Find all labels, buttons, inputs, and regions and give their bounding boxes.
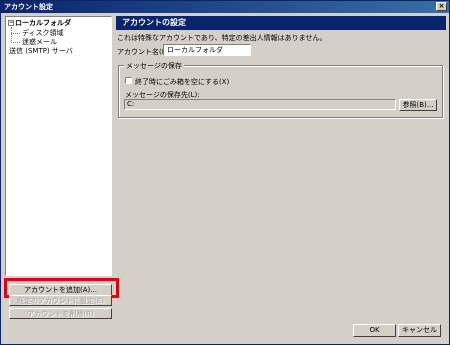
account-name-field[interactable]: ローカルフォルダ [163, 44, 251, 56]
close-icon[interactable]: × [436, 2, 447, 11]
tree-connector [11, 42, 20, 43]
tree-item-junk-mail[interactable]: 迷惑メール [22, 38, 57, 47]
panel-header: アカウントの設定 [116, 16, 446, 30]
group-title: メッセージの保存 [124, 61, 184, 71]
account-description: これは特殊なアカウントであり、特定の差出人情報はありません。 [117, 34, 327, 42]
account-tree[interactable]: −ローカルフォルダ ディスク領域 迷惑メール 送信 (SMTP) サーバ [5, 16, 112, 276]
cancel-button[interactable]: キャンセル [398, 324, 441, 337]
tree-connector [11, 33, 20, 34]
title-bar[interactable]: アカウント設定 × [1, 1, 449, 13]
tree-connector [11, 27, 12, 43]
store-path-field[interactable]: C: [124, 99, 396, 110]
collapse-icon[interactable]: − [8, 20, 14, 26]
tree-item-disk-space[interactable]: ディスク領域 [22, 29, 64, 38]
set-default-account-button[interactable]: 既定のアカウントに設定(E) [9, 295, 112, 306]
tree-item-local-folders[interactable]: −ローカルフォルダ [8, 19, 71, 28]
ok-button[interactable]: OK [353, 324, 396, 337]
empty-trash-checkbox[interactable] [125, 77, 132, 84]
empty-trash-label[interactable]: 終了時にごみ箱を空にする(X) [135, 77, 229, 87]
delete-account-button[interactable]: アカウントを削除(R) [9, 308, 112, 319]
window-title: アカウント設定 [4, 3, 53, 11]
tree-item-smtp-server[interactable]: 送信 (SMTP) サーバ [9, 47, 73, 56]
page-title: アカウントの設定 [122, 18, 186, 27]
tree-item-label: ローカルフォルダ [15, 19, 71, 27]
browse-button[interactable]: 参照(B)... [399, 99, 437, 111]
account-settings-window: アカウント設定 × −ローカルフォルダ ディスク領域 迷惑メール 送信 (SMT… [0, 0, 450, 345]
